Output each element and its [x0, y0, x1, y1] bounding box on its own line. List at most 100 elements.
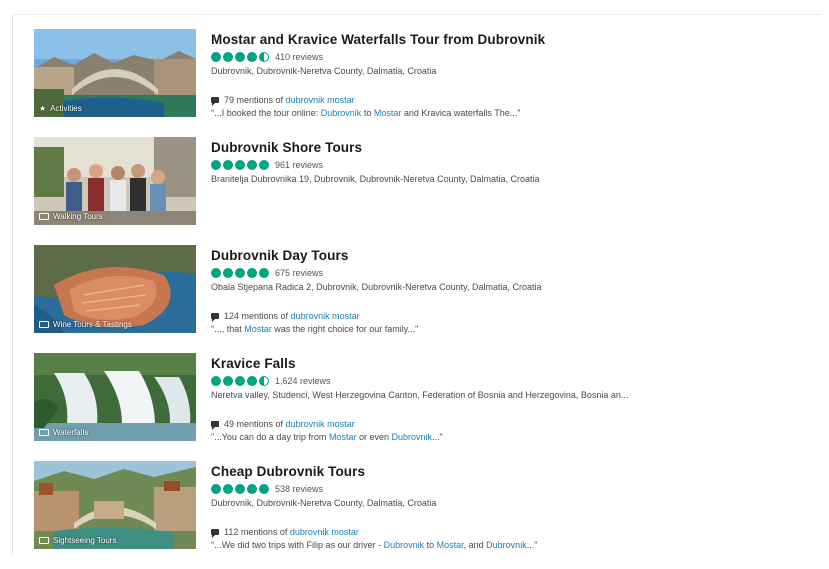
result-thumbnail[interactable]: ★ Activities	[34, 29, 196, 117]
result-title[interactable]: Dubrovnik Day Tours	[211, 248, 822, 264]
mentions-keyword-link[interactable]: dubrovnik mostar	[290, 527, 359, 537]
result-title[interactable]: Cheap Dubrovnik Tours	[211, 464, 822, 480]
mentions-count: 79 mentions of	[224, 95, 284, 105]
rating-bubble-icon	[259, 267, 269, 278]
mentions-count: 124 mentions of	[224, 311, 289, 321]
rating-bubble-icon	[223, 267, 233, 278]
ticket-icon	[39, 213, 49, 220]
rating-bubble-icon	[247, 483, 257, 494]
review-snippet: "...We did two trips with Filip as our d…	[211, 540, 537, 550]
snippet-highlight[interactable]: Mostar	[437, 540, 464, 550]
rating-bubble-icon	[235, 51, 245, 62]
snippet-text: "...You can do a day trip from	[211, 432, 329, 442]
address-text: Dubrovnik, Dubrovnik-Neretva County, Dal…	[211, 66, 437, 76]
rating-bubble-icon	[259, 159, 269, 170]
speech-bubble-icon	[211, 313, 219, 322]
reviews-link[interactable]: 538 reviews	[275, 484, 323, 494]
rating-bubbles	[211, 159, 269, 170]
review-snippet: "...You can do a day trip from Mostar or…	[211, 432, 443, 442]
result-item[interactable]: Waterfalls Kravice Falls 1,624 reviews N…	[22, 353, 822, 461]
reviews-link[interactable]: 675 reviews	[275, 268, 323, 278]
rating-row: 675 reviews	[211, 267, 822, 278]
address-text: Obala Stjepana Radica 2, Dubrovnik, Dubr…	[211, 282, 542, 292]
reviews-link[interactable]: 410 reviews	[275, 52, 323, 62]
result-thumbnail[interactable]: Sightseeing Tours	[34, 461, 196, 549]
result-item[interactable]: Sightseeing Tours Cheap Dubrovnik Tours …	[22, 461, 822, 569]
rating-bubble-icon	[211, 483, 221, 494]
category-text: Sightseeing Tours	[53, 536, 117, 545]
snippet-text: was the right choice for our family..."	[271, 324, 419, 334]
rating-bubble-icon	[235, 483, 245, 494]
snippet-text: "...We did two trips with Filip as our d…	[211, 540, 384, 550]
mentions-keyword-link[interactable]: dubrovnik mostar	[291, 311, 360, 321]
snippet-text: "...I booked the tour online:	[211, 108, 321, 118]
ticket-icon	[39, 537, 49, 544]
category-label: Waterfalls	[39, 428, 88, 437]
snippet-highlight[interactable]: Mostar	[244, 324, 272, 334]
category-label: Walking Tours	[39, 212, 103, 221]
rating-bubble-icon	[235, 267, 245, 278]
rating-bubble-icon	[259, 483, 269, 494]
address-text: Dubrovnik, Dubrovnik-Neretva County, Dal…	[211, 498, 437, 508]
snippet-highlight[interactable]: Mostar	[329, 432, 357, 442]
mentions-keyword-link[interactable]: dubrovnik mostar	[286, 419, 355, 429]
result-info: Dubrovnik Day Tours 675 reviews Obala St…	[211, 245, 822, 353]
result-title[interactable]: Dubrovnik Shore Tours	[211, 140, 822, 156]
ticket-icon	[39, 429, 49, 436]
category-text: Waterfalls	[53, 428, 89, 437]
result-thumbnail[interactable]: Wine Tours & Tastings	[34, 245, 196, 333]
review-snippet: "..., that Mostar was the right choice f…	[211, 324, 418, 334]
snippet-highlight[interactable]: Dubrovnik	[486, 540, 527, 550]
result-title[interactable]: Kravice Falls	[211, 356, 822, 372]
result-item[interactable]: ★ Activities Mostar and Kravice Waterfal…	[22, 29, 822, 137]
address-text: Neretva valley, Studenci, West Herzegovi…	[211, 390, 629, 400]
result-thumbnail[interactable]: Waterfalls	[34, 353, 196, 441]
reviews-link[interactable]: 961 reviews	[275, 160, 323, 170]
snippet-text: "..., that	[211, 324, 245, 334]
rating-bubble-icon	[211, 375, 221, 386]
category-text: Wine Tours & Tastings	[53, 320, 132, 329]
rating-bubble-icon	[259, 375, 269, 386]
rating-row: 961 reviews	[211, 159, 822, 170]
rating-bubble-icon	[223, 159, 233, 170]
result-title[interactable]: Mostar and Kravice Waterfalls Tour from …	[211, 32, 822, 48]
rating-bubble-icon	[247, 51, 257, 62]
category-text: Walking Tours	[53, 212, 103, 221]
snippet-highlight[interactable]: Dubrovnik	[391, 432, 432, 442]
result-info: Dubrovnik Shore Tours 961 reviews Branit…	[211, 137, 822, 245]
results-list: ★ Activities Mostar and Kravice Waterfal…	[22, 29, 822, 569]
snippet-highlight[interactable]: Dubrovnik	[321, 108, 362, 118]
category-label: Wine Tours & Tastings	[39, 320, 132, 329]
result-item[interactable]: Wine Tours & Tastings Dubrovnik Day Tour…	[22, 245, 822, 353]
rating-bubble-icon	[223, 51, 233, 62]
mentions-row: 79 mentions of dubrovnik mostar	[211, 95, 355, 106]
snippet-text: , and	[463, 540, 487, 550]
result-item[interactable]: Walking Tours Dubrovnik Shore Tours 961 …	[22, 137, 822, 245]
rating-bubble-icon	[247, 375, 257, 386]
category-label: ★ Activities	[39, 104, 82, 113]
rating-bubbles	[211, 483, 269, 494]
snippet-text: ..."	[432, 432, 443, 442]
reviews-link[interactable]: 1,624 reviews	[275, 376, 331, 386]
rating-bubble-icon	[223, 483, 233, 494]
snippet-highlight[interactable]: Mostar	[374, 108, 402, 118]
ticket-icon	[39, 321, 49, 328]
mentions-count: 49 mentions of	[224, 419, 284, 429]
mentions-row: 124 mentions of dubrovnik mostar	[211, 311, 360, 322]
rating-bubble-icon	[211, 159, 221, 170]
rating-bubbles	[211, 51, 269, 62]
result-info: Kravice Falls 1,624 reviews Neretva vall…	[211, 353, 822, 461]
star-icon: ★	[39, 103, 47, 113]
speech-bubble-icon	[211, 97, 219, 106]
mentions-keyword-link[interactable]: dubrovnik mostar	[286, 95, 355, 105]
rating-bubble-icon	[211, 51, 221, 62]
rating-bubbles	[211, 267, 269, 278]
result-thumbnail[interactable]: Walking Tours	[34, 137, 196, 225]
address-text: Branitelja Dubrovnika 19, Dubrovnik, Dub…	[211, 174, 540, 184]
snippet-highlight[interactable]: Dubrovnik	[384, 540, 425, 550]
category-label: Sightseeing Tours	[39, 536, 116, 545]
rating-bubble-icon	[259, 51, 269, 62]
mentions-row: 49 mentions of dubrovnik mostar	[211, 419, 355, 430]
speech-bubble-icon	[211, 529, 219, 538]
speech-bubble-icon	[211, 421, 219, 430]
